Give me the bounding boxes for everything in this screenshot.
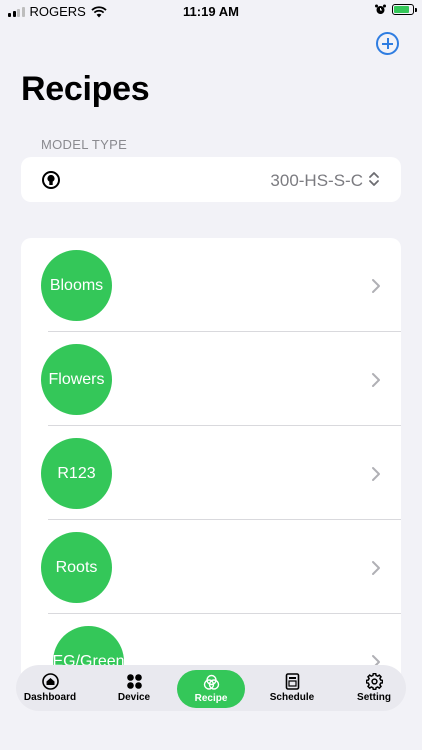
- tab-label: Device: [117, 692, 151, 703]
- tab-setting[interactable]: Setting: [342, 665, 406, 711]
- recipe-row-blooms[interactable]: Blooms: [21, 238, 401, 332]
- model-type-label: MODEL TYPE: [41, 137, 128, 152]
- recipe-row-flowers[interactable]: Flowers: [21, 332, 401, 426]
- status-bar: ROGERS 11:19 AM: [0, 0, 422, 24]
- tab-bar: Dashboard Device Recipe Schedule Setting: [16, 665, 406, 711]
- chevron-up-down-icon: [369, 172, 379, 186]
- status-time: 11:19 AM: [183, 4, 239, 19]
- recipe-row-r123[interactable]: R123: [21, 426, 401, 520]
- tab-label: Setting: [357, 692, 391, 703]
- recipe-row-roots[interactable]: Roots: [21, 520, 401, 614]
- gear-icon: [365, 673, 383, 690]
- recipe-icon: [203, 674, 219, 690]
- schedule-icon: [285, 673, 299, 690]
- page-title: Recipes: [21, 70, 150, 108]
- alarm-icon: [375, 4, 386, 14]
- recipe-name: R123: [41, 438, 112, 509]
- battery-icon: [392, 4, 417, 15]
- chevron-right-icon: [372, 279, 380, 293]
- tab-label: Recipe: [194, 693, 228, 704]
- home-icon: [41, 673, 59, 690]
- add-recipe-button[interactable]: [376, 32, 399, 55]
- status-right: [375, 4, 417, 15]
- chevron-right-icon: [372, 373, 380, 387]
- model-type-value: 300-HS-S-C: [270, 171, 363, 190]
- recipe-name: Blooms: [41, 250, 112, 321]
- recipe-list: Blooms Flowers R123 Roots EG/Green: [21, 238, 401, 678]
- model-type-picker[interactable]: 300-HS-S-C: [21, 157, 401, 202]
- chevron-right-icon: [372, 561, 380, 575]
- lightbulb-icon: [42, 171, 60, 189]
- grid-dots-icon: [126, 674, 142, 689]
- tab-label: Dashboard: [23, 692, 77, 703]
- recipe-name: Roots: [41, 532, 112, 603]
- tab-label: Schedule: [269, 692, 315, 703]
- tab-device[interactable]: Device: [102, 665, 166, 711]
- tab-dashboard[interactable]: Dashboard: [18, 665, 82, 711]
- chevron-right-icon: [372, 467, 380, 481]
- tab-schedule[interactable]: Schedule: [260, 665, 324, 711]
- tab-recipe[interactable]: Recipe: [177, 670, 245, 708]
- recipe-name: Flowers: [41, 344, 112, 415]
